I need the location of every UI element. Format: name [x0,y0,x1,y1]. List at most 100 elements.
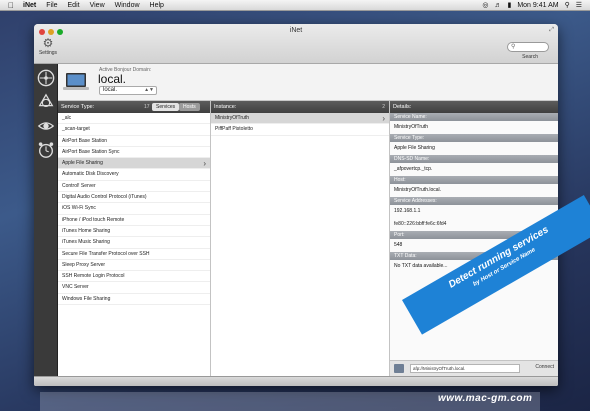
tab-services[interactable]: Services [152,103,180,111]
volume-icon[interactable]: ♬ [494,2,501,9]
service-type-name: iTunes Music Sharing [62,239,110,246]
details-header: Details: [390,101,558,113]
list-item[interactable]: iPhone / iPod touch Remote [58,215,210,226]
menu-help[interactable]: Help [145,2,169,9]
list-item[interactable]: AirPort Base Station Sync [58,147,210,159]
service-type-title: Service Type: [61,104,95,110]
window-title: iNet [289,27,303,34]
service-type-name: Control! Server [62,182,96,189]
chevron-right-icon: › [203,159,206,169]
eye-icon[interactable] [36,116,56,136]
menu-extras: ◎ ♬ ▮ Mon 9:41 AM ⚲ ☰ [482,1,590,10]
fullscreen-icon[interactable]: ⤢ [549,27,554,34]
instance-header: Instance: 2 [211,101,389,113]
service-type-name: Windows File Sharing [62,295,111,302]
laptop-icon [61,68,91,96]
list-item[interactable]: _alc [58,113,210,125]
service-type-name: Apple File Sharing [62,160,103,167]
settings-button[interactable]: ⚙ Settings [38,36,58,57]
host-value: MinistryOfTruth.local. [390,184,558,197]
connect-button[interactable]: Connect [535,364,554,370]
service-rows: _alc _scan-target AirPort Base Station AirP… [58,113,210,306]
watermark: www.mac-gm.com [438,393,533,404]
service-type-name: Digital Audio Control Protocol (iTunes) [62,194,147,201]
address-v4: 192.168.1.1 [390,205,558,218]
service-type-name: VNC Server [62,284,89,291]
domain-select[interactable]: local. ▲▼ [99,86,157,95]
toolbar: iNet ⤢ ⚙ Settings ⚲ Search [34,24,558,64]
list-item[interactable]: Apple File Sharing › [58,158,210,170]
menu-window[interactable]: Window [110,2,145,9]
service-type-name: Automatic Disk Discovery [62,171,119,178]
list-item[interactable]: _scan-target [58,124,210,136]
instance-name: MinistryOfTruth [215,115,249,121]
service-name-label: Service Name: [390,113,558,121]
service-type-name: iOS Wi-Fi Sync [62,205,96,212]
domain-header: Active Bonjour Domain: local. local. ▲▼ [58,64,558,101]
instance-title: Instance: [214,104,237,110]
url-field[interactable]: afp://MinistryOfTruth.local. [410,364,520,373]
tab-hosts[interactable]: Hosts [179,103,200,111]
service-type-name: AirPort Base Station Sync [62,148,120,155]
app-window: iNet ⤢ ⚙ Settings ⚲ Search Active Bonjou… [34,24,558,386]
domain-select-value: local. [103,87,118,93]
menu-clock[interactable]: Mon 9:41 AM [517,2,558,9]
menu-file[interactable]: File [41,2,62,9]
settings-label: Settings [38,50,58,56]
spotlight-icon[interactable]: ⚲ [565,1,570,9]
list-item[interactable]: AirPort Base Station [58,136,210,147]
service-type-name: iTunes Home Sharing [62,227,111,234]
dns-sd-value: _afpovertcp._tcp. [390,163,558,176]
bonjour-icon[interactable] [36,92,56,112]
menu-view[interactable]: View [85,2,110,9]
service-type-name: Sleep Proxy Server [62,261,106,268]
list-item[interactable]: Automatic Disk Discovery [58,169,210,181]
gear-icon: ⚙ [42,36,54,50]
list-item[interactable]: Sleep Proxy Server [58,260,210,272]
menu-app-name[interactable]: iNet [18,2,41,9]
service-type-name: iPhone / iPod touch Remote [62,216,125,223]
service-type-name: AirPort Base Station [62,137,108,144]
service-type-value: Apple File Sharing [390,142,558,155]
service-type-list: Service Type: 17 Services Hosts _alc _sca… [58,101,211,376]
wifi-icon[interactable]: ◎ [482,1,488,9]
status-bar [34,376,558,386]
battery-icon[interactable]: ▮ [507,1,511,9]
instance-name: PiffPaff Pistoletto [215,126,253,133]
list-item[interactable]: SSH Remote Login Protocol [58,271,210,283]
details-footer: afp://MinistryOfTruth.local. Connect [390,360,558,376]
dns-sd-label: DNS-SD Name: [390,155,558,163]
sidebar [34,64,58,376]
instance-count: 2 [382,104,385,110]
list-item[interactable]: PiffPaff Pistoletto [211,124,389,136]
notification-icon[interactable]: ☰ [576,1,582,9]
service-type-name: Secure File Transfer Protocol over SSH [62,250,150,257]
chevron-right-icon: › [382,114,385,123]
list-item[interactable]: Control! Server [58,181,210,193]
list-item[interactable]: iTunes Home Sharing [58,226,210,238]
domain-name: local. [98,72,127,86]
menu-bar:  iNet File Edit View Window Help ◎ ♬ ▮ … [0,0,590,11]
service-type-name: _alc [62,115,72,121]
service-type-header: Service Type: 17 Services Hosts [58,101,210,113]
addresses-label: Service Addresses: [390,197,558,205]
network-icon[interactable] [36,68,56,88]
list-item[interactable]: iTunes Music Sharing [58,237,210,249]
service-type-name: SSH Remote Login Protocol [62,273,125,280]
apple-menu-icon[interactable]:  [0,1,18,10]
list-item[interactable]: MinistryOfTruth › [211,113,389,125]
list-item[interactable]: Secure File Transfer Protocol over SSH [58,249,210,260]
host-label: Host: [390,176,558,184]
list-item[interactable]: iOS Wi-Fi Sync [58,203,210,215]
service-name-value: MinistryOfTruth [390,121,558,134]
share-icon[interactable] [394,364,404,373]
menu-edit[interactable]: Edit [63,2,85,9]
chevron-down-icon: ▲▼ [144,87,154,93]
list-item[interactable]: Digital Audio Control Protocol (iTunes) [58,192,210,204]
search-input[interactable]: ⚲ [507,42,549,52]
list-item[interactable]: VNC Server [58,282,210,294]
alarm-clock-icon[interactable] [36,140,56,160]
service-count: 17 [144,104,150,110]
search-label: Search [522,54,538,60]
list-item[interactable]: Windows File Sharing [58,294,210,306]
